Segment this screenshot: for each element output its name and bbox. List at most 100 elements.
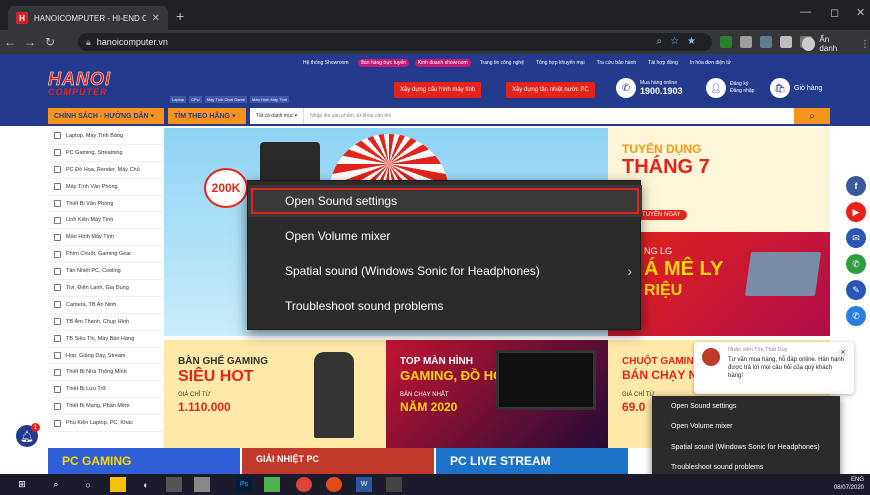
category-item[interactable]: PC Gaming, Streaming [48,145,164,162]
category-item[interactable]: Màn Hình Máy Tính [48,229,164,247]
category-item[interactable]: TB Âm Thanh, Chụp Hình [48,314,164,331]
top-link[interactable]: In hóa đơn điện tử [687,59,734,67]
maximize-button[interactable]: ◻ [830,6,839,19]
livestream-strip[interactable]: PC LIVE STREAM [436,448,628,474]
pc-gaming-strip[interactable]: PC GAMING [48,448,240,474]
chat-close-icon[interactable]: ✕ [838,347,848,357]
app-icon[interactable] [386,477,402,492]
minimize-button[interactable]: — [800,6,811,18]
start-icon[interactable]: ⊞ [14,477,30,492]
forward-icon[interactable]: → [20,35,40,49]
policy-guide-button[interactable]: CHÍNH SÁCH - HƯỚNG DẪN ▾ [48,108,164,124]
chair-banner[interactable]: BÀN GHẾ GAMING SIÊU HOT GIÁ CHỈ TỪ 1.110… [164,340,386,448]
category-item[interactable]: TB Siêu Thị, Máy Bán Hàng [48,331,164,348]
tray-menu-item[interactable]: Open Volume mixer [652,417,840,438]
register-link[interactable]: Đăng ký [730,81,754,88]
top-link[interactable]: Tra cứu bảo hành [594,59,640,67]
photoshop-icon[interactable]: Ps [236,477,252,492]
category-item[interactable]: Thiết Bị Lưu Trữ [48,381,164,399]
sound-context-menu: Open Sound settings Open Volume mixer Sp… [247,180,642,330]
top-link[interactable]: Bán hàng trực tuyến [357,59,409,67]
extension-icon[interactable] [740,36,752,48]
reload-icon[interactable]: ↻ [40,35,60,49]
tray-menu-item[interactable]: Spatial sound (Windows Sonic for Headpho… [652,437,840,458]
banner-text: GIÁ CHỈ TỪ [622,392,655,398]
build-cooling-button[interactable]: Xây dựng tản nhiệt nước PC [506,82,595,98]
category-item[interactable]: Thiết Bị Văn Phòng [48,196,164,213]
category-item[interactable]: Thiết Bị Nhà Thông Minh [48,364,164,382]
category-item[interactable]: Linh Kiện Máy Tính [48,212,164,230]
search-icon[interactable]: ⌕ [48,477,64,492]
notification-bell-icon[interactable]: 🔔︎ 1 [16,423,40,447]
app-icon[interactable] [110,477,126,492]
menu-dots-icon[interactable]: ⋮ [860,39,870,50]
wrench-icon[interactable]: ✎ [846,280,866,300]
top-link[interactable]: Hệ thống Showroom [300,59,352,67]
puzzle-icon[interactable] [780,36,792,48]
menu-item-open-sound-settings[interactable]: Open Sound settings [248,185,642,217]
chrome-icon[interactable] [296,477,312,492]
address-bar-actions[interactable]: ⌕☆★ [656,36,704,47]
messenger-icon[interactable]: ✆ [846,306,866,326]
category-item[interactable]: Tản Nhiệt PC, Cooling [48,263,164,281]
category-item[interactable]: Máy Tính Văn Phòng [48,179,164,196]
search-category-select[interactable]: Tất cả danh mục ▾ [250,108,305,124]
quick-tag[interactable]: Màn Hình Máy Tính [250,96,290,103]
search-input[interactable]: Nhập tên sản phẩm, từ khóa cần tìm [304,113,391,119]
banner-text: BÁN CHẠY NHẤT [400,392,449,398]
top-link[interactable]: Trang tin công nghệ [477,59,527,67]
menu-item-open-volume-mixer[interactable]: Open Volume mixer [248,220,642,252]
app-icon[interactable] [264,477,280,492]
category-item[interactable]: Thiết Bị Mạng, Phần Mềm [48,398,164,416]
top-link[interactable]: Tổng hợp khuyến mại [533,59,588,67]
top-link[interactable]: Tài hợp đồng [645,59,681,67]
login-link[interactable]: Đăng nhập [730,88,754,95]
close-window-button[interactable]: ✕ [856,6,865,19]
app-icon[interactable] [194,477,210,492]
banner-cta[interactable]: TUYỂN NGAY [636,210,687,220]
profile-button[interactable]: Ẩn danh ⋮ [802,35,870,53]
youtube-icon[interactable]: ▶ [846,202,866,222]
menu-item-troubleshoot-sound[interactable]: Troubleshoot sound problems [248,290,642,322]
quick-tag[interactable]: Máy Tính Chơi Game [204,96,248,103]
build-pc-button[interactable]: Xây dựng cấu hình máy tính [394,82,482,98]
app-icon[interactable]: ◐ [138,477,154,492]
app-icon[interactable] [166,477,182,492]
account[interactable]: 👤︎ Đăng ký Đăng nhập [706,78,754,98]
facebook-icon[interactable]: f [846,176,866,196]
browser-tab[interactable]: H HANOICOMPUTER - HI-END CO ✕ [8,6,168,30]
site-logo[interactable]: HANOI COMPUTER [48,70,120,100]
new-tab-button[interactable]: + [176,8,184,24]
cooling-strip[interactable]: GIẢI NHIỆT PC [242,448,434,474]
word-icon[interactable]: W [356,477,372,492]
category-item[interactable]: Tivi, Điện Lạnh, Gia Dụng [48,280,164,297]
menu-item-spatial-sound[interactable]: Spatial sound (Windows Sonic for Headpho… [248,255,642,287]
tray-menu-item[interactable]: Open Sound settings [652,396,840,417]
search-button[interactable]: ⌕ [794,108,830,124]
quick-tag[interactable]: Laptop [170,96,187,103]
extension-icon[interactable] [720,36,732,48]
quick-tag[interactable]: CPU [189,96,202,103]
hotline[interactable]: ✆ Mua hàng online 1900.1903 [616,78,683,98]
chat-popup[interactable]: Nhân viên Tôn Thất Duy Tư vấn mua hàng, … [694,342,854,394]
tab-close-icon[interactable]: ✕ [152,13,160,24]
address-bar[interactable]: 🔒︎ hanoicomputer.vn ⌕☆★ [78,33,712,51]
system-tray[interactable]: ENG 08/07/2020 [834,476,864,492]
cortana-icon[interactable]: ○ [80,477,96,492]
phone-icon[interactable]: ✆ [846,254,866,274]
cart-button[interactable]: 🛍︎ Giỏ hàng [770,78,822,98]
category-item[interactable]: Họp, Giảng Dạy, Stream [48,348,164,365]
email-icon[interactable]: ✉ [846,228,866,248]
category-item[interactable]: PC Đồ Họa, Render, Máy Chủ [48,162,164,179]
component-icon [54,216,61,224]
extension-icon[interactable] [760,36,772,48]
category-item[interactable]: Phím Chuột, Gaming Gear [48,246,164,264]
app-icon[interactable] [326,477,342,492]
category-item[interactable]: Phụ Kiện Laptop, PC, Khác [48,415,164,433]
top-link[interactable]: Kinh doanh showroom [414,59,471,67]
category-item[interactable]: Camera, TB An Ninh [48,297,164,314]
find-by-brand-button[interactable]: TÌM THEO HÃNG ▾ [168,108,246,124]
back-icon[interactable]: ← [0,35,20,49]
category-item[interactable]: Laptop, Máy Tính Bảng [48,128,164,145]
monitor-banner[interactable]: TOP MÀN HÌNH GAMING, ĐỒ HỌA BÁN CHẠY NHẤ… [386,340,608,448]
